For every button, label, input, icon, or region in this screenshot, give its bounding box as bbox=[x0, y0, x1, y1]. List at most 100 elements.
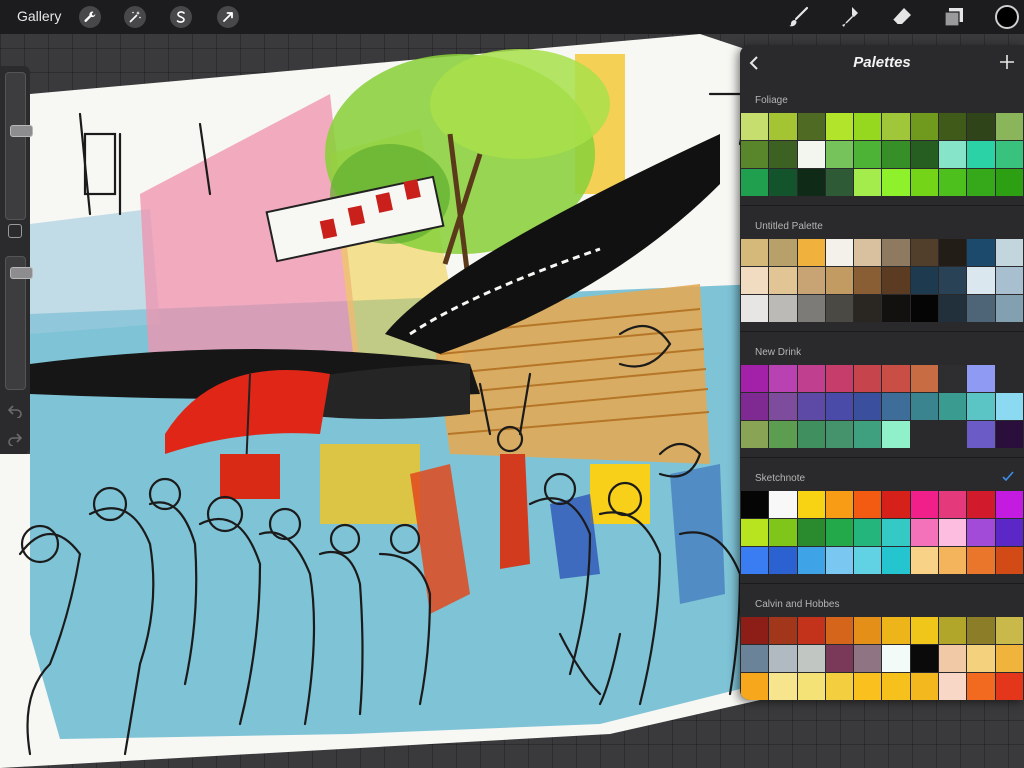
color-swatch[interactable] bbox=[910, 617, 939, 644]
color-swatch[interactable] bbox=[797, 141, 825, 168]
color-swatch[interactable] bbox=[995, 113, 1023, 140]
color-swatch[interactable] bbox=[769, 673, 797, 700]
color-swatch[interactable] bbox=[854, 169, 882, 196]
color-swatch[interactable] bbox=[910, 267, 939, 294]
color-swatch[interactable] bbox=[939, 547, 967, 574]
color-swatch[interactable] bbox=[825, 141, 854, 168]
palette-section[interactable]: Foliage bbox=[740, 80, 1024, 206]
color-swatch[interactable] bbox=[995, 169, 1023, 196]
color-swatch[interactable] bbox=[882, 547, 910, 574]
color-swatch[interactable] bbox=[967, 295, 995, 322]
color-swatch[interactable] bbox=[967, 673, 995, 700]
color-swatch[interactable] bbox=[882, 239, 910, 266]
color-swatch[interactable] bbox=[854, 113, 882, 140]
color-swatch[interactable] bbox=[797, 295, 825, 322]
color-swatch[interactable] bbox=[882, 141, 910, 168]
color-swatch[interactable] bbox=[769, 519, 797, 546]
color-swatch[interactable] bbox=[967, 519, 995, 546]
color-swatch[interactable] bbox=[825, 239, 854, 266]
color-swatch[interactable] bbox=[910, 365, 939, 392]
color-swatch[interactable] bbox=[995, 365, 1023, 392]
color-swatch[interactable] bbox=[741, 295, 769, 322]
color-swatch[interactable] bbox=[854, 365, 882, 392]
magic-wand-icon[interactable] bbox=[124, 6, 146, 28]
color-swatch[interactable] bbox=[769, 365, 797, 392]
color-swatch[interactable] bbox=[910, 393, 939, 420]
color-swatch[interactable] bbox=[967, 645, 995, 672]
palette-section[interactable]: Untitled Palette bbox=[740, 206, 1024, 332]
color-swatch[interactable] bbox=[741, 645, 769, 672]
color-swatch[interactable] bbox=[797, 519, 825, 546]
color-swatch[interactable] bbox=[910, 239, 939, 266]
opacity-slider[interactable] bbox=[5, 256, 33, 390]
color-swatch[interactable] bbox=[769, 617, 797, 644]
color-swatch[interactable] bbox=[825, 393, 854, 420]
color-swatch[interactable] bbox=[882, 421, 910, 448]
color-swatch[interactable] bbox=[769, 393, 797, 420]
color-swatch[interactable] bbox=[995, 393, 1023, 420]
color-swatch[interactable] bbox=[939, 295, 967, 322]
color-swatch[interactable] bbox=[939, 393, 967, 420]
color-swatch[interactable] bbox=[882, 295, 910, 322]
color-swatch[interactable] bbox=[882, 519, 910, 546]
color-swatch[interactable] bbox=[825, 547, 854, 574]
color-swatch[interactable] bbox=[910, 673, 939, 700]
color-swatch[interactable] bbox=[910, 141, 939, 168]
color-swatch[interactable] bbox=[797, 169, 825, 196]
color-swatch[interactable] bbox=[995, 617, 1023, 644]
color-swatch[interactable] bbox=[995, 645, 1023, 672]
wrench-icon[interactable] bbox=[79, 6, 101, 28]
color-swatch[interactable] bbox=[797, 113, 825, 140]
color-swatch[interactable] bbox=[741, 491, 769, 518]
modify-button[interactable] bbox=[8, 224, 22, 238]
color-swatch[interactable] bbox=[910, 645, 939, 672]
color-swatch[interactable] bbox=[995, 519, 1023, 546]
color-swatch[interactable] bbox=[910, 491, 939, 518]
selection-icon[interactable] bbox=[170, 6, 192, 28]
color-swatch[interactable] bbox=[939, 169, 967, 196]
color-swatch[interactable] bbox=[797, 673, 825, 700]
color-swatch[interactable] bbox=[854, 617, 882, 644]
color-swatch[interactable] bbox=[910, 169, 939, 196]
color-swatch[interactable] bbox=[939, 673, 967, 700]
color-swatch[interactable] bbox=[882, 113, 910, 140]
color-swatch[interactable] bbox=[854, 239, 882, 266]
palette-section[interactable]: Calvin and Hobbes bbox=[740, 584, 1024, 700]
color-swatch[interactable] bbox=[741, 365, 769, 392]
palette-section[interactable]: Sketchnote bbox=[740, 458, 1024, 584]
color-swatch[interactable] bbox=[797, 267, 825, 294]
add-palette-icon[interactable] bbox=[999, 54, 1015, 70]
color-swatch[interactable] bbox=[797, 365, 825, 392]
color-swatch[interactable] bbox=[939, 519, 967, 546]
color-swatch[interactable] bbox=[854, 491, 882, 518]
color-swatch[interactable] bbox=[825, 365, 854, 392]
color-swatch[interactable] bbox=[910, 421, 939, 448]
color-swatch[interactable] bbox=[882, 617, 910, 644]
color-swatch[interactable] bbox=[769, 295, 797, 322]
color-swatch[interactable] bbox=[939, 491, 967, 518]
layers-icon[interactable] bbox=[942, 5, 966, 29]
color-swatch[interactable] bbox=[825, 617, 854, 644]
undo-icon[interactable] bbox=[7, 404, 23, 419]
color-swatch[interactable] bbox=[882, 169, 910, 196]
color-swatch[interactable] bbox=[939, 267, 967, 294]
transform-arrow-icon[interactable] bbox=[217, 6, 239, 28]
color-swatch[interactable] bbox=[882, 393, 910, 420]
color-swatch[interactable] bbox=[741, 113, 769, 140]
color-swatch[interactable] bbox=[825, 519, 854, 546]
color-swatch[interactable] bbox=[854, 141, 882, 168]
palette-section[interactable]: New Drink bbox=[740, 332, 1024, 458]
color-swatch[interactable] bbox=[854, 519, 882, 546]
color-swatch[interactable] bbox=[769, 141, 797, 168]
color-swatch[interactable] bbox=[910, 295, 939, 322]
color-swatch[interactable] bbox=[825, 295, 854, 322]
color-swatch[interactable] bbox=[967, 113, 995, 140]
color-swatch[interactable] bbox=[854, 645, 882, 672]
color-swatch[interactable] bbox=[769, 267, 797, 294]
color-swatch[interactable] bbox=[967, 365, 995, 392]
color-swatch[interactable] bbox=[825, 673, 854, 700]
color-swatch[interactable] bbox=[882, 673, 910, 700]
color-swatch[interactable] bbox=[741, 547, 769, 574]
gallery-button[interactable]: Gallery bbox=[17, 8, 61, 24]
color-swatch[interactable] bbox=[797, 491, 825, 518]
